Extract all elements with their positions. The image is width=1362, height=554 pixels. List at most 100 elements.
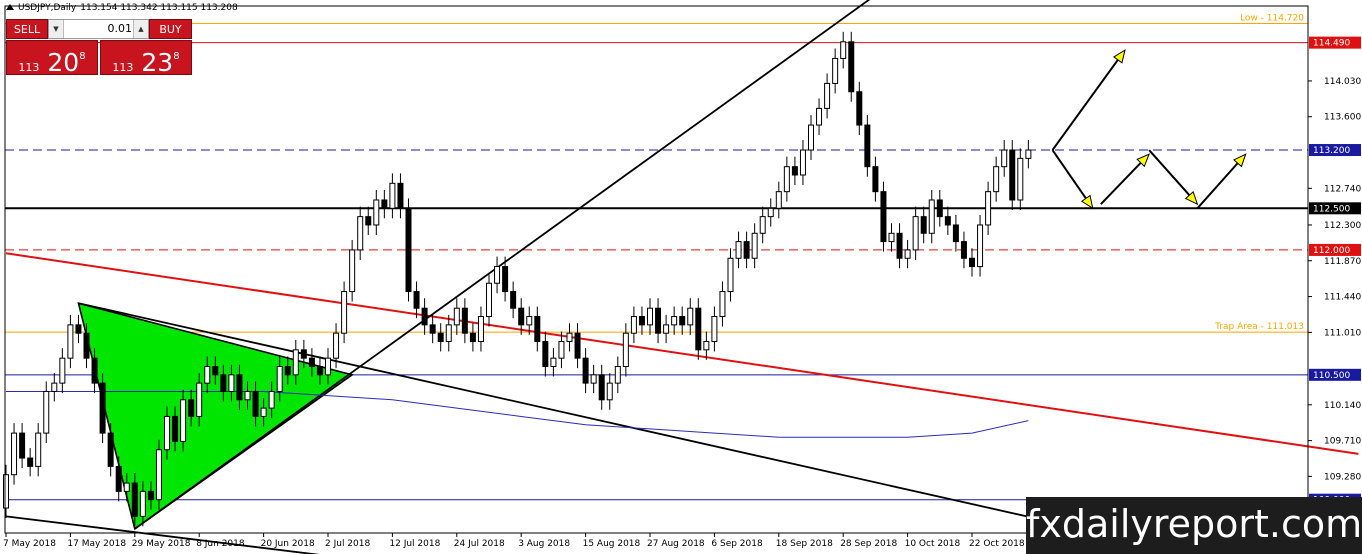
candle-body: [502, 266, 509, 293]
candle-body: [1009, 149, 1016, 201]
sell-price-button[interactable]: 113 208: [6, 40, 98, 77]
candle-body: [735, 241, 742, 259]
candle-body: [405, 207, 412, 293]
candle-body: [936, 199, 943, 218]
candle-body: [590, 374, 597, 384]
candle-body: [944, 216, 951, 226]
candle-body: [389, 182, 396, 209]
candle-body: [510, 291, 517, 309]
candle-body: [993, 166, 1000, 193]
level-price-label: 112.000: [1313, 246, 1350, 256]
candle-body: [864, 124, 871, 168]
sell-button[interactable]: SELL: [6, 19, 48, 39]
level-annotation-label: Low - 114.720: [1240, 13, 1304, 23]
buy-price-button[interactable]: 113 238: [100, 40, 192, 77]
candle-body: [333, 332, 340, 359]
buy-button[interactable]: BUY: [149, 19, 192, 39]
candle-body: [719, 291, 726, 318]
candle-body: [284, 365, 291, 376]
chevron-up-icon[interactable]: ▲: [133, 20, 148, 38]
candle-body: [775, 191, 782, 209]
candle-body: [542, 341, 549, 367]
projection-arrow-head: [1112, 49, 1126, 64]
candle-body: [27, 457, 34, 467]
triangle-up-icon: [6, 4, 14, 10]
price-chart: Low - 114.720 114.490 113.200 112.500 112.00…: [3, 0, 1361, 554]
candle-body: [252, 390, 259, 417]
candle-body: [856, 91, 863, 126]
candle-body: [204, 365, 211, 384]
date-tick-label: 22 Oct 2018: [969, 539, 1025, 549]
candle-body: [381, 199, 388, 209]
ohlc-label: 113.154 113.342 113.115 113.208: [80, 3, 238, 13]
date-tick-label: 20 Jun 2018: [261, 539, 315, 549]
projection-arrow-shaft: [1196, 162, 1239, 209]
date-tick-label: 6 Sep 2018: [711, 539, 763, 549]
date-tick-label: 29 May 2018: [132, 539, 191, 549]
candle-body: [308, 357, 315, 367]
date-tick-label: 28 Sep 2018: [840, 539, 897, 549]
price-tick-label: 110.140: [1324, 401, 1361, 411]
candle-body: [188, 399, 195, 417]
candle-body: [751, 232, 758, 259]
candle-body: [341, 291, 348, 334]
candle-body: [276, 365, 283, 392]
candle-body: [413, 291, 420, 309]
trendline: [134, 0, 871, 530]
candle-body: [606, 382, 613, 401]
date-tick-label: 3 Aug 2018: [518, 539, 570, 549]
candle-body: [759, 216, 766, 234]
candle-body: [598, 374, 605, 401]
candle-body: [767, 207, 774, 218]
candle-body: [920, 216, 927, 234]
candle-body: [663, 324, 670, 334]
candle-body: [977, 224, 984, 268]
candle-body: [486, 282, 492, 318]
date-tick-label: 10 Oct 2018: [905, 539, 961, 549]
lot-size-stepper[interactable]: ▼ 0.01 ▲: [48, 19, 149, 39]
candle-body: [139, 490, 146, 517]
candle-body: [1025, 149, 1032, 159]
date-tick-label: 7 May 2018: [3, 539, 56, 549]
candle-body: [43, 390, 50, 434]
candle-body: [107, 432, 114, 467]
candle-body: [35, 432, 42, 467]
candle-body: [19, 432, 26, 459]
candle-body: [325, 357, 331, 376]
candle-body: [357, 216, 364, 251]
candle-body: [91, 357, 98, 384]
candle-body: [703, 341, 710, 351]
candle-body: [848, 41, 855, 93]
candle-body: [228, 374, 235, 392]
one-click-trading-panel: SELL ▼ 0.01 ▲ BUY 113 208 113 238: [6, 19, 192, 77]
candle-body: [123, 482, 130, 492]
price-tick-label: 109.280: [1324, 472, 1361, 482]
chart-header: USDJPY,Daily 113.154 113.342 113.115 113.…: [6, 3, 242, 13]
candle-body: [743, 241, 750, 259]
candle-body: [75, 324, 82, 334]
date-tick-label: 8 Jun 2018: [196, 539, 245, 549]
candle-body: [260, 407, 267, 417]
level-annotation-label: Trap Area - 111.013: [1214, 322, 1304, 332]
candle-body: [566, 332, 573, 343]
price-tick-label: 114.030: [1324, 77, 1361, 87]
candle-body: [477, 316, 484, 343]
candle-body: [928, 199, 935, 234]
candle-body: [349, 249, 356, 293]
candle-body: [550, 357, 557, 367]
candle-body: [469, 332, 476, 343]
candle-body: [83, 332, 90, 359]
level-price-label: 113.200: [1313, 146, 1350, 156]
candle-body: [373, 199, 380, 226]
candle-body: [11, 432, 18, 476]
candle-body: [695, 307, 702, 351]
candle-body: [824, 82, 831, 109]
candle-body: [212, 365, 219, 376]
candle-body: [494, 266, 501, 284]
candle-body: [679, 316, 686, 326]
candle-body: [783, 166, 790, 193]
candle-body: [180, 399, 187, 442]
lot-size-value[interactable]: 0.01: [65, 20, 133, 38]
candle-body: [896, 232, 903, 259]
chevron-down-icon[interactable]: ▼: [49, 20, 64, 38]
